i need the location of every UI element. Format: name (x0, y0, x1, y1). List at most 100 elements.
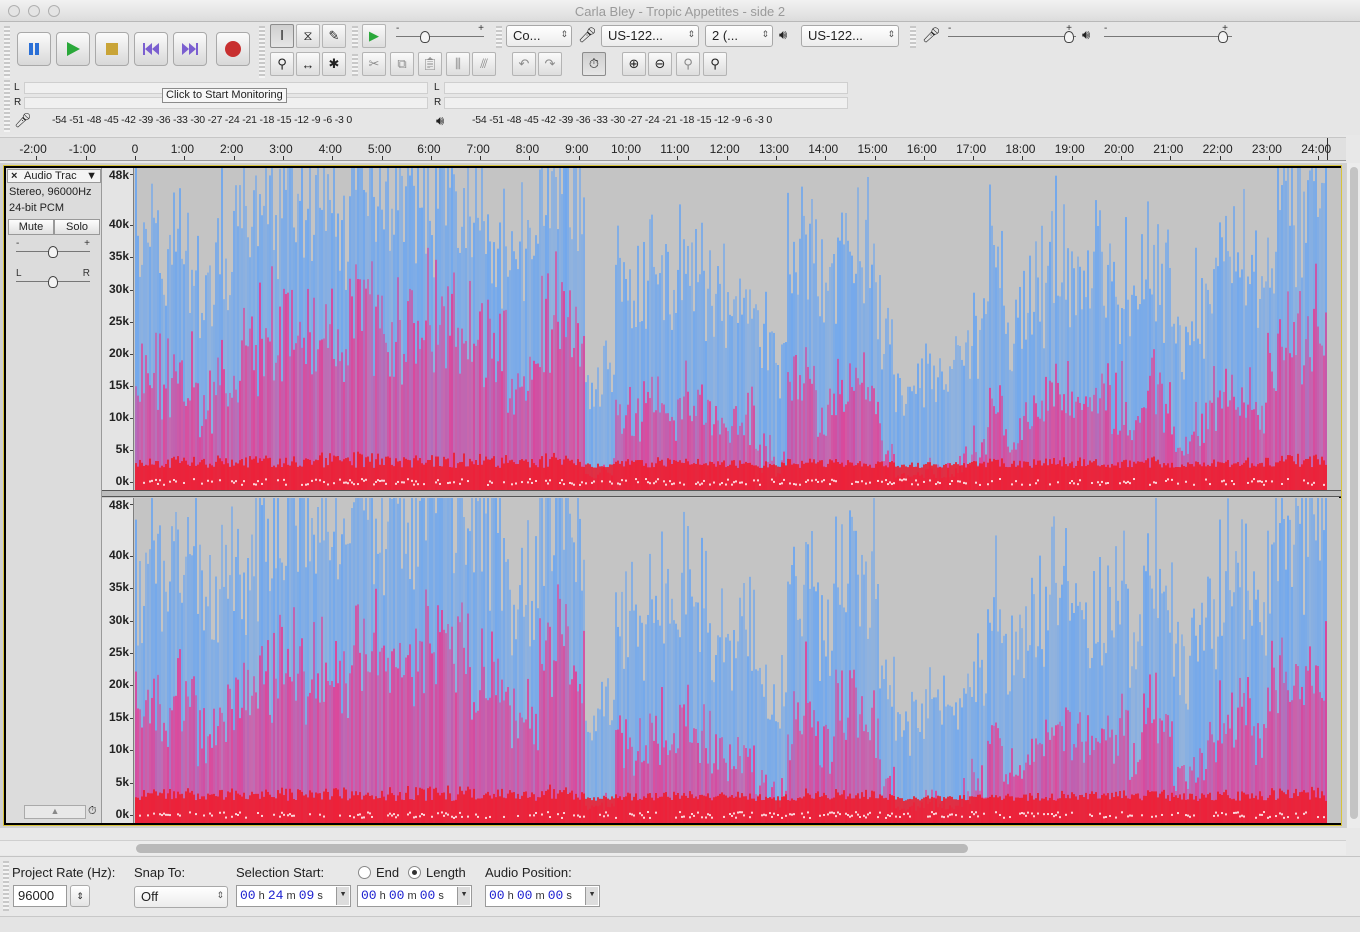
timeline-ruler[interactable]: -2:00 -1:00 0 1:00 2:00 3:00 4:00 5:00 6:00 7:00 8… (0, 137, 1346, 161)
output-volume-slider[interactable]: - + (1104, 23, 1232, 47)
playback-device-select[interactable]: US-122... (801, 25, 899, 47)
audio-position-field[interactable]: 00 h 00 m 00 s (485, 885, 600, 907)
output-volume-thumb[interactable] (1218, 31, 1228, 43)
selection-start-hours[interactable]: 00 (240, 888, 256, 903)
device-toolbar-grip[interactable] (496, 26, 502, 48)
spectrogram-peak (443, 814, 445, 817)
spectrogram-high-energy-band (1259, 791, 1261, 823)
track-name-menu[interactable]: × Audio Trac ▼ (7, 169, 101, 183)
fit-project-button[interactable]: ⚲ (703, 52, 727, 76)
selection-start-seconds[interactable]: 09 (299, 888, 315, 903)
monitor-tooltip[interactable]: Click to Start Monitoring (162, 88, 287, 103)
channel-divider[interactable] (102, 490, 1341, 497)
double-arrow-icon: ↔ (301, 56, 315, 72)
play-at-speed-button[interactable]: ▶ (362, 24, 386, 48)
selection-start-field[interactable]: 00 h 24 m 09 s (236, 885, 351, 907)
play-speed-slider[interactable]: - + (396, 23, 484, 47)
spectrogram-high-energy-band (423, 789, 425, 823)
end-label: End (376, 865, 400, 880)
audio-position-seconds[interactable]: 00 (548, 888, 564, 903)
selection-length-seconds[interactable]: 00 (420, 888, 436, 903)
selection-length-minutes[interactable]: 00 (389, 888, 405, 903)
gain-slider-thumb[interactable] (48, 246, 58, 258)
trim-button[interactable]: ⫼ (446, 52, 470, 76)
sync-lock-button[interactable]: ⏱ (582, 52, 606, 76)
collapse-track-button[interactable]: ▲ (24, 805, 86, 819)
paste-button[interactable]: 📋︎ (418, 52, 442, 76)
tools-toolbar-grip[interactable] (259, 26, 265, 78)
spectrogram-high-energy-band (453, 452, 455, 490)
spectrogram-peak (349, 814, 351, 817)
track-menu-chevron-icon[interactable]: ▼ (86, 170, 97, 182)
recording-channels-select[interactable]: 2 (... (705, 25, 773, 47)
record-meter-microphone-icon[interactable]: 🎤︎ (14, 112, 32, 129)
mixer-toolbar-grip[interactable] (910, 26, 916, 48)
close-track-icon[interactable]: × (11, 170, 17, 182)
spectrogram-left-channel[interactable] (135, 168, 1341, 490)
spectrogram-high-energy-band (1125, 459, 1127, 490)
end-radio[interactable] (358, 866, 371, 879)
project-rate-stepper[interactable]: ⇕ (70, 885, 90, 907)
audio-host-select[interactable]: Co... (506, 25, 572, 47)
spectrogram-right-channel[interactable] (135, 498, 1341, 823)
redo-button[interactable]: ↷ (538, 52, 562, 76)
play-meter-right[interactable] (444, 97, 848, 109)
mute-button[interactable]: Mute (8, 219, 54, 235)
undo-button[interactable]: ↶ (512, 52, 536, 76)
draw-tool-button[interactable]: ✎ (322, 24, 346, 48)
project-rate-input[interactable]: 96000 (13, 885, 67, 907)
horizontal-scrollbar[interactable] (0, 840, 1346, 855)
input-volume-slider[interactable]: - + (948, 23, 1076, 47)
multi-tool-button[interactable]: ✱ (322, 52, 346, 76)
audio-track[interactable]: × Audio Trac ▼ Stereo, 96000Hz 24-bit PC… (3, 165, 1342, 826)
zoom-out-button[interactable]: ⊖ (648, 52, 672, 76)
vertical-scrollbar[interactable] (1346, 163, 1360, 828)
skip-to-start-button[interactable] (134, 32, 168, 66)
spectrogram-peak (549, 479, 551, 482)
envelope-tool-button[interactable]: ⧖ (296, 24, 320, 48)
zoom-tool-button[interactable]: ⚲ (270, 52, 294, 76)
spectrogram-high-energy-band (725, 795, 727, 823)
fit-selection-button[interactable]: ⚲ (676, 52, 700, 76)
selection-start-minutes[interactable]: 24 (268, 888, 284, 903)
spectrogram-high-energy-band (979, 794, 981, 823)
selection-toolbar-grip[interactable] (3, 861, 9, 911)
recording-device-select[interactable]: US-122... (601, 25, 699, 47)
record-button[interactable] (216, 32, 250, 66)
pan-slider[interactable]: L R (16, 268, 90, 292)
play-button[interactable] (56, 32, 90, 66)
selection-length-field[interactable]: 00 h 00 m 00 s (357, 885, 472, 907)
silence-button[interactable]: ⫻ (472, 52, 496, 76)
audio-position-minutes[interactable]: 00 (517, 888, 533, 903)
spectrogram-high-energy-band (319, 455, 321, 490)
snap-to-select[interactable]: Off (134, 886, 228, 908)
skip-to-end-button[interactable] (173, 32, 207, 66)
selection-tool-button[interactable]: Ⅰ (270, 24, 294, 48)
meter-toolbar-grip[interactable] (4, 80, 10, 132)
play-meter-speaker-icon[interactable]: 🔊︎ (436, 113, 444, 129)
copy-button[interactable]: ⧉ (390, 52, 414, 76)
play-at-speed-grip[interactable] (352, 26, 358, 48)
horizontal-scrollbar-thumb[interactable] (136, 844, 968, 853)
time-shift-tool-button[interactable]: ↔ (296, 52, 320, 76)
transport-toolbar-grip[interactable] (4, 26, 10, 78)
spectrogram-high-energy-band (1175, 467, 1177, 490)
spectrogram-high-energy-band (751, 798, 753, 823)
solo-button[interactable]: Solo (54, 219, 100, 235)
play-speed-slider-thumb[interactable] (420, 31, 430, 43)
gain-slider[interactable]: - + (16, 238, 90, 262)
spectrogram-high-energy-band (985, 467, 987, 490)
play-meter-left[interactable] (444, 82, 848, 94)
zoom-in-button[interactable]: ⊕ (622, 52, 646, 76)
cut-button[interactable]: ✂ (362, 52, 386, 76)
vertical-scrollbar-thumb[interactable] (1350, 167, 1358, 819)
stop-button[interactable] (95, 32, 129, 66)
spectrogram-high-energy-band (323, 467, 325, 490)
length-radio[interactable] (408, 866, 421, 879)
pan-slider-thumb[interactable] (48, 276, 58, 288)
audio-position-hours[interactable]: 00 (489, 888, 505, 903)
edit-toolbar-grip[interactable] (352, 54, 358, 76)
input-volume-thumb[interactable] (1064, 31, 1074, 43)
selection-length-hours[interactable]: 00 (361, 888, 377, 903)
pause-button[interactable] (17, 32, 51, 66)
